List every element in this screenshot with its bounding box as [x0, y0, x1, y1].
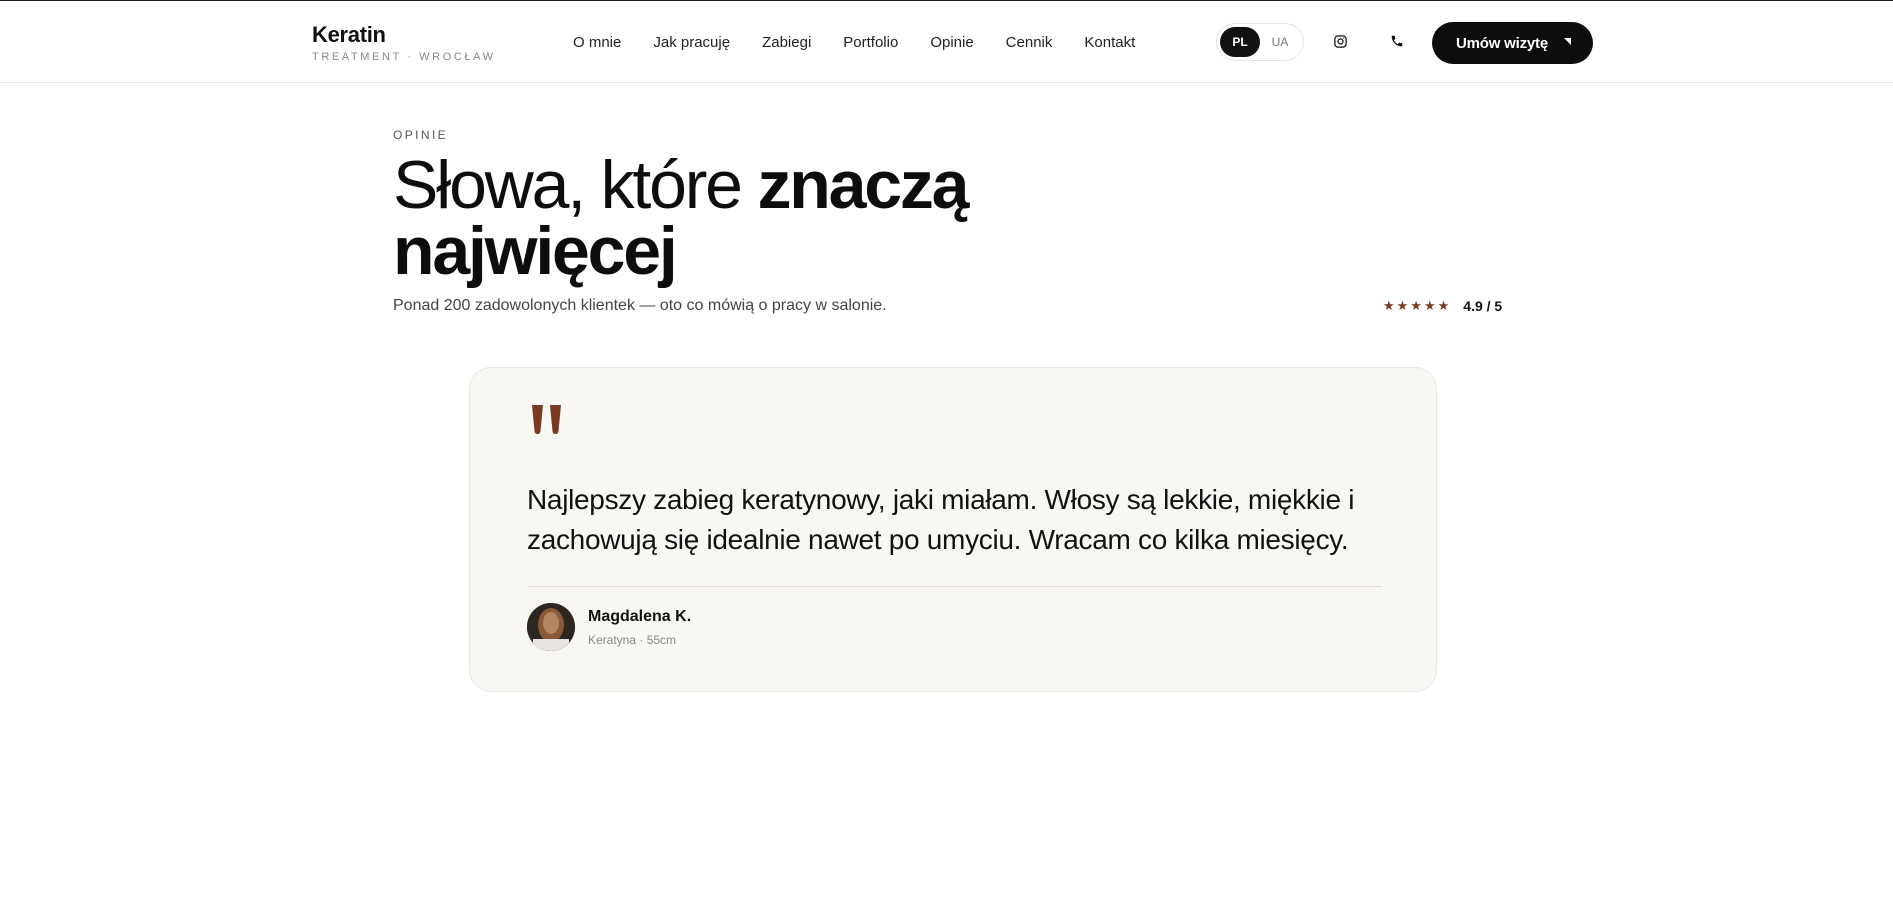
section-subtitle: Ponad 200 zadowolonych klientek — oto co… — [393, 297, 887, 314]
nav-item-jak-pracuje[interactable]: Jak pracuję — [653, 34, 730, 52]
testimonials-section: OPINIE Słowa, które znaczą najwięcej Pona… — [393, 128, 1513, 314]
headline-bold-2: najwięcej — [393, 213, 678, 289]
book-visit-label: Umów wizytę — [1456, 34, 1548, 52]
nav-item-opinie[interactable]: Opinie — [930, 34, 973, 52]
nav-item-cennik[interactable]: Cennik — [1006, 34, 1053, 52]
rating-score: 4.9 / 5 — [1463, 298, 1503, 314]
nav-item-o-mnie[interactable]: O mnie — [573, 34, 621, 52]
testimonial-divider — [527, 586, 1382, 587]
avatar — [527, 603, 575, 651]
brand-name: Keratin — [312, 22, 386, 47]
section-headline: Słowa, które znaczą najwięcej — [393, 151, 1093, 285]
section-eyebrow: OPINIE — [393, 128, 449, 142]
site-header: Keratin TREATMENT · WROCŁAW O mnie Jak p… — [0, 1, 1893, 83]
rating-summary: ★★★★★ 4.9 / 5 — [1383, 298, 1502, 314]
brand-tagline: TREATMENT · WROCŁAW — [312, 51, 496, 63]
nav-item-kontakt[interactable]: Kontakt — [1084, 34, 1135, 52]
testimonial-quote: Najlepszy zabieg keratynowy, jaki miałam… — [527, 484, 1355, 555]
arrow-up-right-icon — [1564, 38, 1571, 45]
testimonial-card: Najlepszy zabieg keratynowy, jaki miałam… — [469, 367, 1437, 692]
nav-item-zabiegi[interactable]: Zabiegi — [762, 34, 811, 52]
main-nav: O mnie Jak pracuję Zabiegi Portfolio Opi… — [573, 34, 1167, 52]
headline-regular: Słowa, które — [393, 147, 758, 223]
brand-logo[interactable]: Keratin TREATMENT · WROCŁAW — [312, 22, 496, 64]
nav-item-portfolio[interactable]: Portfolio — [843, 34, 898, 52]
instagram-icon[interactable] — [1329, 30, 1351, 52]
headline-bold-1: znaczą — [757, 147, 969, 223]
language-switcher: PL UA — [1216, 23, 1304, 61]
lang-option-ua[interactable]: UA — [1260, 27, 1300, 57]
testimonial-author: Magdalena K. — [588, 608, 692, 625]
book-visit-button[interactable]: Umów wizytę — [1432, 22, 1593, 64]
lang-option-pl[interactable]: PL — [1220, 27, 1260, 57]
star-rating-icon: ★★★★★ — [1383, 298, 1452, 313]
phone-icon[interactable] — [1386, 30, 1408, 52]
quote-icon — [532, 405, 561, 434]
testimonial-meta: Keratyna · 55cm — [588, 633, 677, 647]
